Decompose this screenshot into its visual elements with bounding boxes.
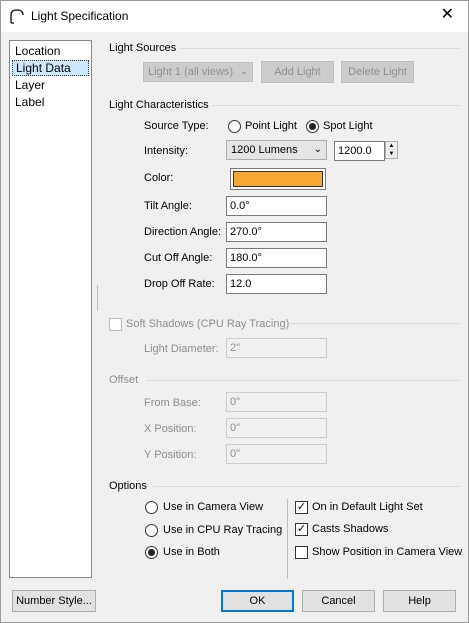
x-position-input[interactable]: 0" [226,418,327,438]
y-position-label: Y Position: [144,449,197,461]
show-position-in-camera-view-label: Show Position in Camera View [312,546,463,558]
nav-item-light-data[interactable]: Light Data [12,60,89,76]
spot-light-radio[interactable] [306,120,319,133]
point-light-label: Point Light [245,120,297,132]
checkmark-icon: ✓ [296,523,307,535]
color-label: Color: [144,172,174,184]
light-source-select-value: Light 1 (all views) [148,66,233,78]
spin-down-icon[interactable]: ▼ [386,150,397,158]
nav-item-layer[interactable]: Layer [12,77,89,93]
spin-up-icon[interactable]: ▲ [386,142,397,150]
source-type-label: Source Type: [144,120,209,132]
section-divider [179,48,460,49]
tilt-angle-input[interactable]: 0.0° [226,196,327,216]
checkmark-icon: ✓ [296,501,307,513]
on-in-default-light-set-checkbox[interactable]: ✓ [295,501,308,514]
options-title: Options [109,480,147,492]
y-position-input[interactable]: 0" [226,444,327,464]
delete-light-button[interactable]: Delete Light [341,61,414,83]
help-button[interactable]: Help [383,590,456,612]
color-swatch-button[interactable] [230,168,326,190]
casts-shadows-checkbox[interactable]: ✓ [295,523,308,536]
options-divider [287,499,288,579]
cut-off-angle-input[interactable]: 180.0° [226,248,327,268]
use-in-cpu-ray-tracing-radio[interactable] [145,524,158,537]
section-divider [212,105,460,106]
add-light-button[interactable]: Add Light [261,61,334,83]
on-in-default-light-set-label: On in Default Light Set [312,501,423,513]
point-light-radio[interactable] [228,120,241,133]
tilt-angle-label: Tilt Angle: [144,200,192,212]
dialog-title: Light Specification [31,9,129,23]
category-list[interactable]: Location Light Data Layer Label [9,40,92,578]
use-in-camera-view-label: Use in Camera View [163,501,264,513]
use-in-both-radio[interactable] [145,546,158,559]
direction-angle-input[interactable]: 270.0° [226,222,327,242]
section-divider [153,486,460,487]
use-in-cpu-ray-tracing-label: Use in CPU Ray Tracing [163,524,283,536]
drop-off-rate-input[interactable]: 12.0 [226,274,327,294]
soft-shadows-checkbox[interactable] [109,318,122,331]
nav-item-location[interactable]: Location [12,43,89,59]
use-in-camera-view-radio[interactable] [145,501,158,514]
ok-button[interactable]: OK [221,590,294,612]
number-style-button[interactable]: Number Style... [12,590,96,612]
title-bar: Light Specification ✕ [1,1,468,32]
use-in-both-label: Use in Both [163,546,220,558]
light-characteristics-title: Light Characteristics [109,99,209,111]
light-sources-title: Light Sources [109,42,177,54]
panel-splitter[interactable] [97,285,98,311]
intensity-spinner[interactable]: ▲ ▼ [385,141,398,159]
intensity-label: Intensity: [144,145,189,157]
intensity-select-value: 1200 Lumens [231,144,298,156]
spot-light-label: Spot Light [323,120,373,132]
nav-item-label[interactable]: Label [12,94,89,110]
section-divider [146,380,460,381]
arch-app-icon [10,9,24,24]
close-icon[interactable]: ✕ [441,6,454,24]
intensity-value-input[interactable]: 1200.0 [334,141,385,161]
chevron-down-icon: ⌄ [239,66,248,77]
from-base-label: From Base: [144,397,201,409]
soft-shadows-label: Soft Shadows (CPU Ray Tracing) [126,318,290,330]
show-position-in-camera-view-checkbox[interactable] [295,546,308,559]
cut-off-angle-label: Cut Off Angle: [144,252,213,264]
light-source-select[interactable]: Light 1 (all views) ⌄ [143,62,253,82]
cancel-button[interactable]: Cancel [302,590,375,612]
intensity-select[interactable]: 1200 Lumens ⌄ [226,140,327,160]
section-divider [290,323,460,324]
direction-angle-label: Direction Angle: [144,226,222,238]
from-base-input[interactable]: 0" [226,392,327,412]
light-specification-dialog: Light Specification ✕ Location Light Dat… [0,0,469,623]
drop-off-rate-label: Drop Off Rate: [144,278,215,290]
light-diameter-input[interactable]: 2" [226,338,327,358]
x-position-label: X Position: [144,423,197,435]
color-swatch-fill [233,171,323,187]
offset-title: Offset [109,374,139,386]
casts-shadows-label: Casts Shadows [312,523,389,535]
chevron-down-icon: ⌄ [313,144,322,155]
light-diameter-label: Light Diameter: [144,343,219,355]
